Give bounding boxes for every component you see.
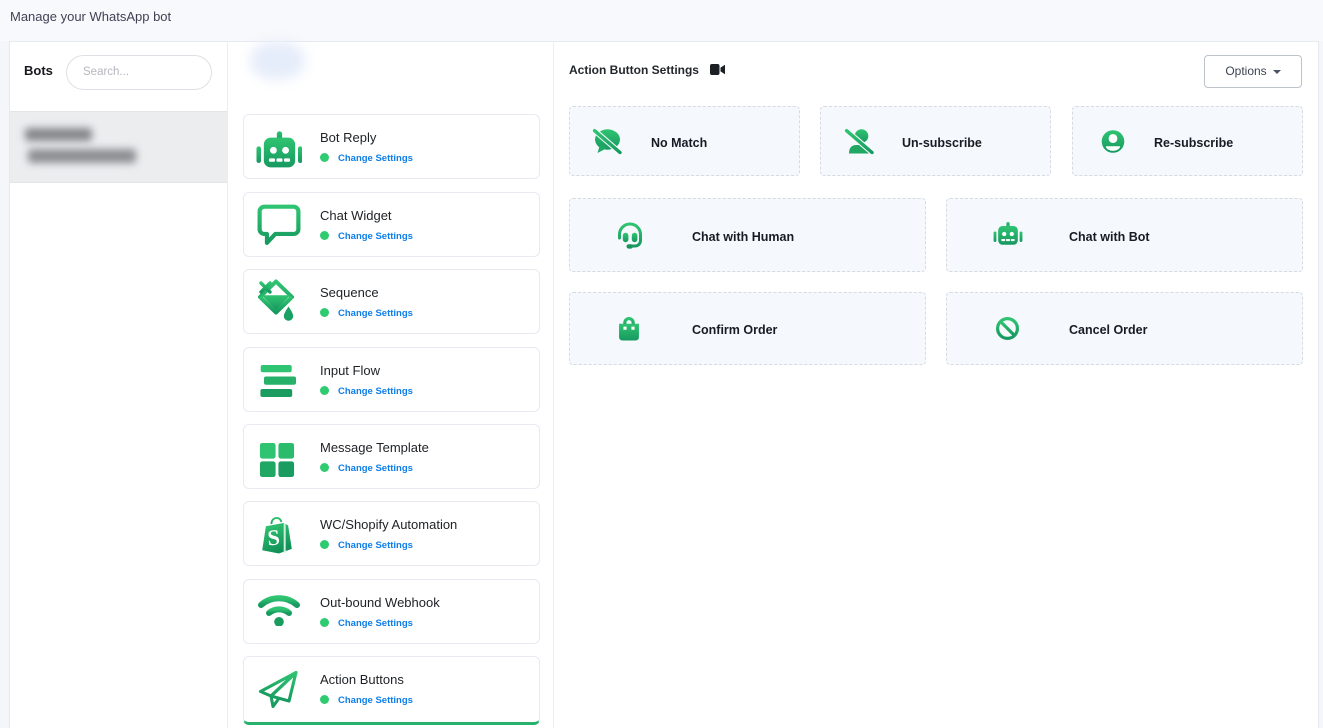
svg-text:S: S [267, 524, 281, 550]
